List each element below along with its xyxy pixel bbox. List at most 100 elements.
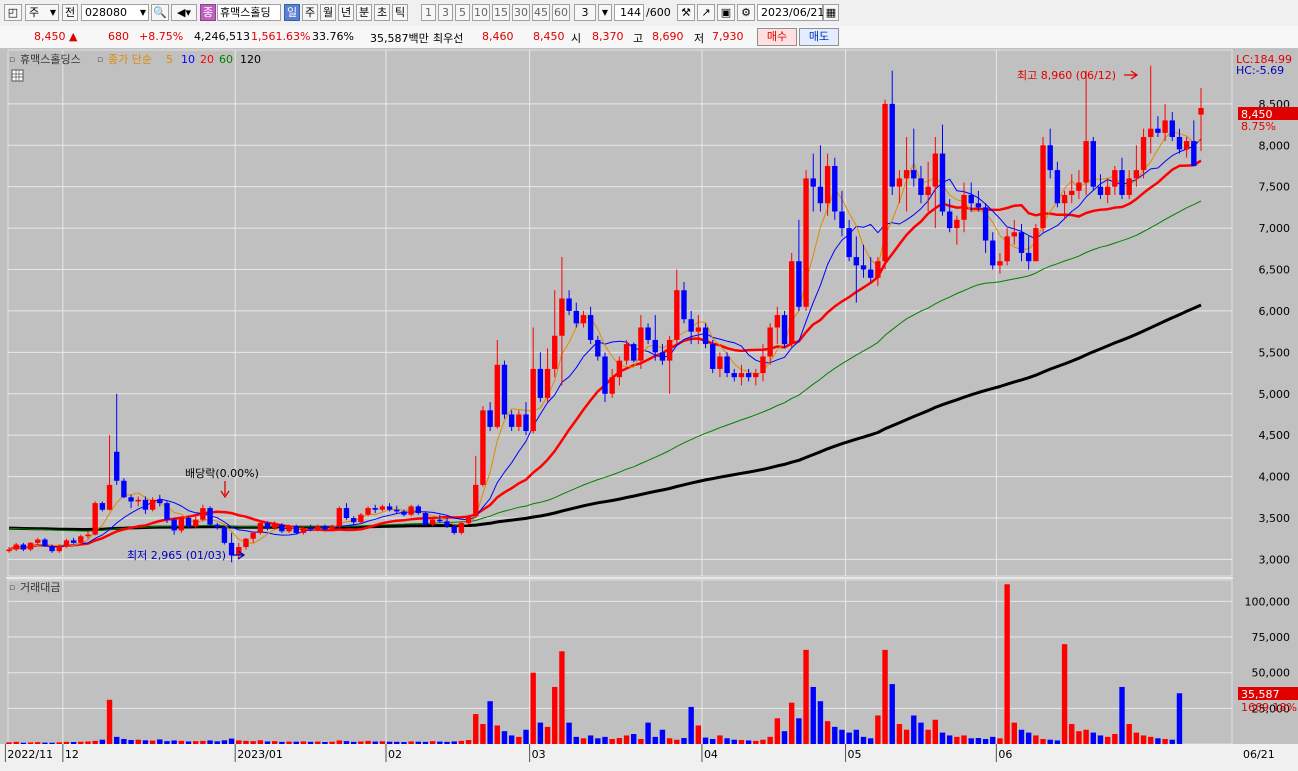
- volume-bar: [300, 741, 307, 744]
- save-icon[interactable]: ▣: [717, 4, 735, 21]
- candle-body: [789, 261, 795, 345]
- minute-step-1[interactable]: 3: [438, 4, 453, 21]
- chart-area[interactable]: 3,000 3,500 4,000 4,500 5,000 5,500 6,000 6,500…: [0, 48, 1298, 768]
- period-tab-1[interactable]: 주: [302, 4, 318, 21]
- gear-icon[interactable]: ⚙: [737, 4, 755, 21]
- volume-bar: [1047, 739, 1053, 744]
- buy-button[interactable]: 매수: [757, 28, 797, 46]
- candle-body: [911, 170, 917, 179]
- candle-body: [530, 368, 536, 432]
- candle-body: [315, 526, 321, 530]
- candle-body: [738, 373, 745, 378]
- candle-body: [257, 522, 264, 533]
- candle-body: [580, 315, 587, 324]
- minute-step-5[interactable]: 30: [512, 4, 530, 21]
- volume-bar: [401, 742, 407, 744]
- count-input[interactable]: 144: [614, 4, 644, 21]
- candle-body: [638, 327, 644, 361]
- candle-body: [824, 165, 831, 204]
- volume-bar: [925, 729, 931, 744]
- minute-step-3[interactable]: 10: [472, 4, 490, 21]
- candle-body: [465, 516, 472, 523]
- candle-body: [444, 521, 450, 527]
- volume-bar: [688, 706, 694, 744]
- axes: 3,000 3,500 4,000 4,500 5,000 5,500 6,000 6,500…: [1245, 98, 1291, 716]
- candle-body: [42, 539, 48, 547]
- volume-bar: [968, 738, 974, 744]
- search-icon[interactable]: 🔍: [151, 4, 169, 21]
- stock-name-field[interactable]: 휴맥스홀딩: [217, 4, 281, 21]
- stock-chart-svg[interactable]: 3,000 3,500 4,000 4,500 5,000 5,500 6,000 6,500…: [0, 48, 1298, 768]
- date-input[interactable]: 2023/06/21: [757, 4, 824, 21]
- chevron-down-icon[interactable]: ▼: [598, 4, 612, 21]
- period-tab-2[interactable]: 월: [320, 4, 336, 21]
- volume-bar: [394, 741, 400, 744]
- volume-bars: [6, 584, 1183, 744]
- period-tab-4[interactable]: 분: [356, 4, 372, 21]
- volume-bar: [121, 739, 127, 744]
- volume-bar: [774, 718, 781, 744]
- volume-bar: [882, 649, 888, 744]
- volume-bar: [164, 741, 170, 744]
- period-tab-0[interactable]: 일: [284, 4, 300, 21]
- period-tab-5[interactable]: 초: [374, 4, 390, 21]
- stock-code-input[interactable]: 028080 ▼: [81, 4, 149, 21]
- x-axis-label: 04: [704, 748, 718, 761]
- minute-step-4[interactable]: 15: [492, 4, 510, 21]
- minute-step-7[interactable]: 60: [552, 4, 570, 21]
- candle-body: [157, 499, 163, 504]
- minute-step-6[interactable]: 45: [532, 4, 550, 21]
- candle-body: [121, 480, 127, 498]
- annotations: 최고 8,960 (06/12) 최저 2,965 (01/03) 배당락(0.…: [127, 69, 1139, 562]
- x-axis-label: 02: [388, 748, 402, 761]
- candle-body: [903, 170, 910, 179]
- candle-body: [473, 484, 479, 517]
- draw-icon[interactable]: ↗: [697, 4, 715, 21]
- market-select[interactable]: 주 ▼: [25, 4, 59, 21]
- speaker-icon[interactable]: ◀▾: [171, 4, 197, 21]
- calendar-icon[interactable]: ▦: [823, 4, 839, 21]
- minute-step-0[interactable]: 1: [421, 4, 436, 21]
- sell-button[interactable]: 매도: [799, 28, 839, 46]
- candle-body: [408, 506, 414, 515]
- legend-ma120: 120: [240, 53, 261, 66]
- dividend-annotation: 배당락(0.00%): [185, 467, 259, 480]
- volume-bar: [738, 740, 745, 744]
- settings-icon[interactable]: ⚒: [677, 4, 695, 21]
- volume-bar: [408, 741, 414, 744]
- candle-body: [523, 414, 529, 432]
- candle-body: [372, 508, 378, 510]
- candle-body: [243, 538, 249, 548]
- volume-bar: [35, 742, 41, 744]
- candle-body: [961, 194, 967, 220]
- candle-body: [92, 503, 98, 535]
- candle-body: [925, 186, 931, 195]
- volume-panel-frame: [7, 579, 1233, 745]
- candle-body: [200, 508, 206, 520]
- candle-body: [422, 513, 429, 525]
- candle-body: [1155, 128, 1161, 133]
- volume-bar: [781, 731, 788, 744]
- ma120-line: [8, 303, 1202, 531]
- extra-step-select[interactable]: 3: [574, 4, 596, 21]
- volume-bar: [860, 736, 867, 744]
- period-tab-6[interactable]: 틱: [392, 4, 408, 21]
- volume-bar: [753, 740, 759, 744]
- volume-bar: [20, 742, 27, 744]
- candle-body: [767, 327, 773, 357]
- price-legend: ▫ 휴맥스홀딩스 ▫ 종가 단순 5 10 20 60 120: [9, 53, 261, 82]
- window-icon[interactable]: ◰: [4, 4, 22, 21]
- volume-ratio: 1,561.63%: [251, 30, 311, 43]
- candle-body: [623, 344, 630, 361]
- volume-bar: [243, 740, 249, 744]
- minute-step-2[interactable]: 5: [455, 4, 470, 21]
- volume-bar: [286, 741, 292, 744]
- candle-body: [300, 527, 307, 533]
- period-tab-3[interactable]: 년: [338, 4, 354, 21]
- candle-body: [451, 526, 457, 533]
- prev-button[interactable]: 전: [62, 4, 78, 21]
- candle-body: [1076, 182, 1082, 191]
- table-icon[interactable]: [11, 69, 24, 82]
- candle-body: [1133, 170, 1140, 179]
- legend-ma10: 10: [181, 53, 195, 66]
